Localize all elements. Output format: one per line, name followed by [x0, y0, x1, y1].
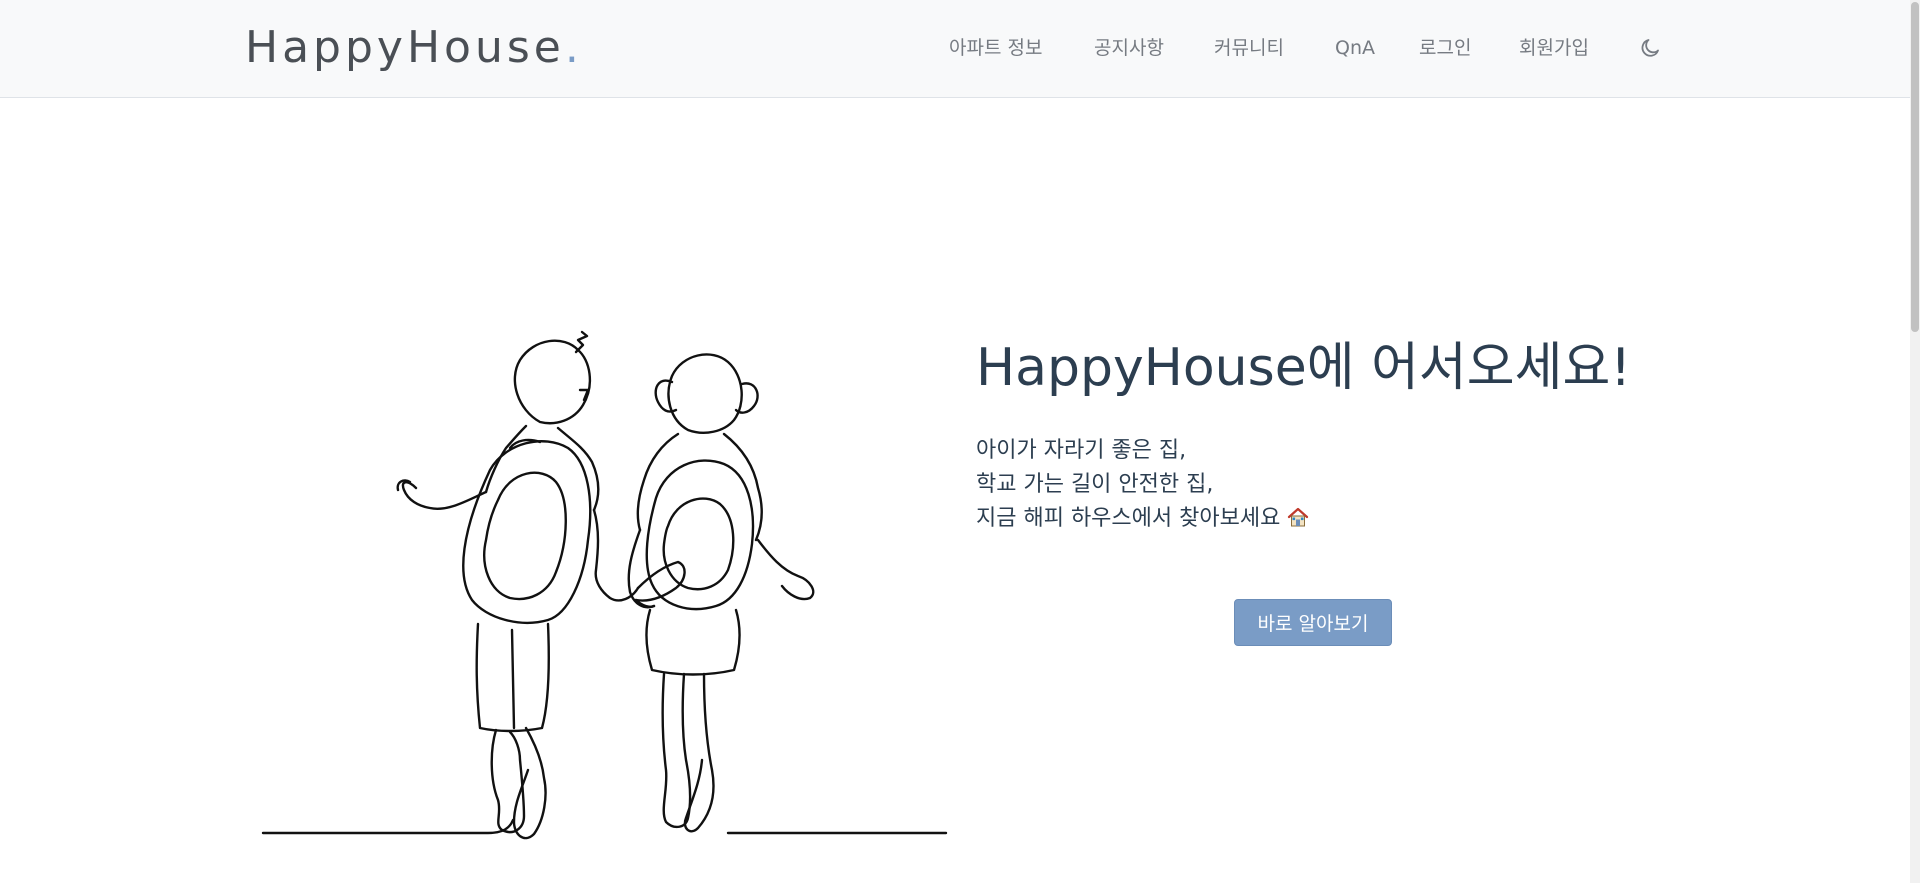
nav-item-login[interactable]: 로그인	[1419, 34, 1471, 62]
nav-item-community[interactable]: 커뮤니티	[1214, 34, 1284, 62]
nav-item-apartment-info[interactable]: 아파트 정보	[949, 34, 1042, 62]
scrollbar-thumb[interactable]	[1911, 2, 1919, 332]
hero-line-with-icon: 지금 해피 하우스에서 찾아보세요	[976, 502, 1310, 536]
page-scrollbar[interactable]	[1910, 0, 1920, 883]
nav-item-qna[interactable]: QnA	[1335, 34, 1375, 62]
house-icon	[1286, 505, 1310, 529]
learn-more-button[interactable]: 바로 알아보기	[1234, 599, 1392, 646]
children-illustration	[261, 330, 948, 840]
hero-title: HappyHouse에 어서오세요!	[976, 338, 1632, 398]
hero-line: 아이가 자라기 좋은 집,	[976, 438, 1187, 463]
hero-line-text: 지금 해피 하우스에서 찾아보세요	[976, 506, 1281, 531]
nav-links: 아파트 정보 공지사항 커뮤니티 QnA 로그인 회원가입	[0, 34, 1920, 64]
nav-item-signup[interactable]: 회원가입	[1519, 34, 1589, 62]
hero-line: 학교 가는 길이 안전한 집,	[976, 472, 1214, 497]
hero-description: 아이가 자라기 좋은 집, 학교 가는 길이 안전한 집, 지금 해피 하우스에…	[976, 434, 1310, 536]
navbar: HappyHouse. 아파트 정보 공지사항 커뮤니티 QnA 로그인 회원가…	[0, 0, 1920, 98]
nav-item-notice[interactable]: 공지사항	[1094, 34, 1164, 62]
moon-icon[interactable]	[1638, 36, 1662, 60]
